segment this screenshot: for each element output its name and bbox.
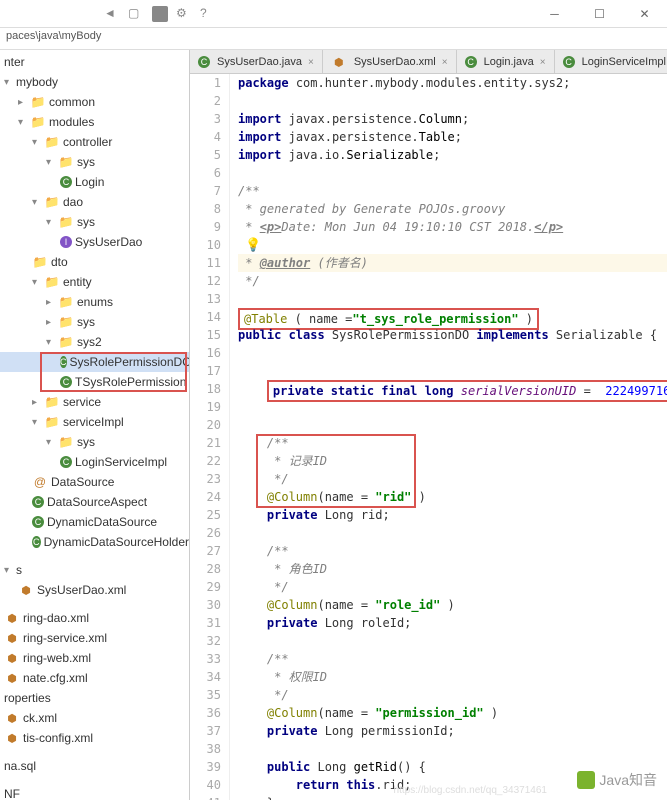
minimize-button[interactable]: ─ [532, 0, 577, 28]
back-icon[interactable]: ◄ [104, 6, 120, 22]
tree-item[interactable]: ⬢SysUserDao.xml [0, 580, 189, 600]
tree-item[interactable]: ISysUserDao [0, 232, 189, 252]
tree-item[interactable]: ▸📁service [0, 392, 189, 412]
class-icon: C [563, 56, 575, 68]
watermark: Java知音 [577, 770, 657, 790]
xml-icon: ⬢ [4, 650, 20, 666]
xml-icon: ⬢ [4, 610, 20, 626]
tree-item[interactable]: ▾s [0, 560, 189, 580]
tree-item[interactable]: ▾📁serviceImpl [0, 412, 189, 432]
xml-icon: ⬢ [4, 710, 20, 726]
xml-icon: ⬢ [4, 730, 20, 746]
tree-item[interactable]: ▾📁entity [0, 272, 189, 292]
tree-item[interactable]: CDynamicDataSourceHolder [0, 532, 189, 552]
tree-item[interactable]: ▾📁sys [0, 212, 189, 232]
tree-item[interactable]: ⬢ring-service.xml [0, 628, 189, 648]
tree-item-login[interactable]: CLogin [0, 172, 189, 192]
annotation-icon: @ [32, 474, 48, 490]
breadcrumb: paces\java\myBody [0, 28, 667, 50]
close-icon[interactable]: × [540, 57, 546, 68]
tree-item[interactable]: ⬢ring-dao.xml [0, 608, 189, 628]
highlighted-tree-group: CSysRolePermissionDO CTSysRolePermission [0, 352, 189, 392]
xml-icon: ⬢ [4, 670, 20, 686]
maximize-button[interactable]: ☐ [577, 0, 622, 28]
tree-item[interactable]: ⬢nate.cfg.xml [0, 668, 189, 688]
class-icon: C [60, 356, 67, 368]
tree-item[interactable]: ▾📁dao [0, 192, 189, 212]
close-button[interactable]: ✕ [622, 0, 667, 28]
toolbar-icon[interactable]: ▢ [128, 6, 144, 22]
tree-item[interactable]: CDynamicDataSource [0, 512, 189, 532]
tab-loginserviceimpl[interactable]: CLoginServiceImpl.java× [555, 50, 667, 74]
tree-item[interactable]: ▸📁enums [0, 292, 189, 312]
tree-item[interactable]: ▾📁modules [0, 112, 189, 132]
tree-item[interactable]: na.sql [0, 756, 189, 776]
footer-url: https://blog.csdn.net/qq_34371461 [394, 785, 547, 796]
tree-item[interactable]: ⬢ring-web.xml [0, 648, 189, 668]
class-icon: C [60, 376, 72, 388]
tree-item[interactable]: roperties [0, 688, 189, 708]
tree-item[interactable]: ▾📁sys2 [0, 332, 189, 352]
tab-sysuserdao-xml[interactable]: ⬢SysUserDao.xml× [323, 50, 457, 74]
tree-item[interactable]: @DataSource [0, 472, 189, 492]
code-body[interactable]: package com.hunter.mybody.modules.entity… [230, 74, 667, 800]
tab-sysuserdao-java[interactable]: CSysUserDao.java× [190, 50, 323, 74]
project-tree[interactable]: nter ▾mybody ▸📁common ▾📁modules ▾📁contro… [0, 50, 190, 800]
close-icon[interactable]: × [442, 57, 448, 68]
class-icon: C [60, 456, 72, 468]
class-icon: C [32, 516, 44, 528]
close-icon[interactable]: × [308, 57, 314, 68]
class-icon: C [32, 496, 44, 508]
tab-login-java[interactable]: CLogin.java× [457, 50, 555, 74]
xml-icon: ⬢ [18, 582, 34, 598]
class-icon: C [60, 176, 72, 188]
class-icon: C [198, 56, 210, 68]
class-icon: C [465, 56, 477, 68]
xml-icon: ⬢ [331, 54, 347, 70]
line-gutter: 1234567891011121314151617181920212223242… [190, 74, 230, 800]
tree-item[interactable]: nter [0, 52, 189, 72]
wechat-icon [577, 771, 595, 789]
tree-item[interactable]: ▾📁sys [0, 432, 189, 452]
tree-item[interactable]: ▸📁sys [0, 312, 189, 332]
tree-item[interactable]: CTSysRolePermission [0, 372, 189, 392]
tree-item[interactable]: ▾mybody [0, 72, 189, 92]
xml-icon: ⬢ [4, 630, 20, 646]
tree-item[interactable]: CLoginServiceImpl [0, 452, 189, 472]
tree-item[interactable]: CDataSourceAspect [0, 492, 189, 512]
tree-item[interactable]: 📁dto [0, 252, 189, 272]
toolbar-icon[interactable] [152, 6, 168, 22]
window-controls: ─ ☐ ✕ [532, 0, 667, 28]
question-icon[interactable]: ? [200, 6, 216, 22]
settings-icon[interactable]: ⚙ [176, 6, 192, 22]
tree-item[interactable]: ▾📁sys [0, 152, 189, 172]
class-icon: C [32, 536, 41, 548]
tree-item[interactable]: ▾📁controller [0, 132, 189, 152]
editor-tabs: CSysUserDao.java× ⬢SysUserDao.xml× CLogi… [190, 50, 667, 74]
tree-item[interactable]: ▸📁common [0, 92, 189, 112]
tree-item-sysrolepermissiondo[interactable]: CSysRolePermissionDO [0, 352, 189, 372]
editor-area: CSysUserDao.java× ⬢SysUserDao.xml× CLogi… [190, 50, 667, 800]
code-editor[interactable]: 1234567891011121314151617181920212223242… [190, 74, 667, 800]
bulb-icon[interactable]: 💡 [245, 238, 261, 253]
interface-icon: I [60, 236, 72, 248]
tree-item[interactable]: ⬢ck.xml [0, 708, 189, 728]
tree-item[interactable]: NF [0, 784, 189, 800]
tree-item[interactable]: ⬢tis-config.xml [0, 728, 189, 748]
